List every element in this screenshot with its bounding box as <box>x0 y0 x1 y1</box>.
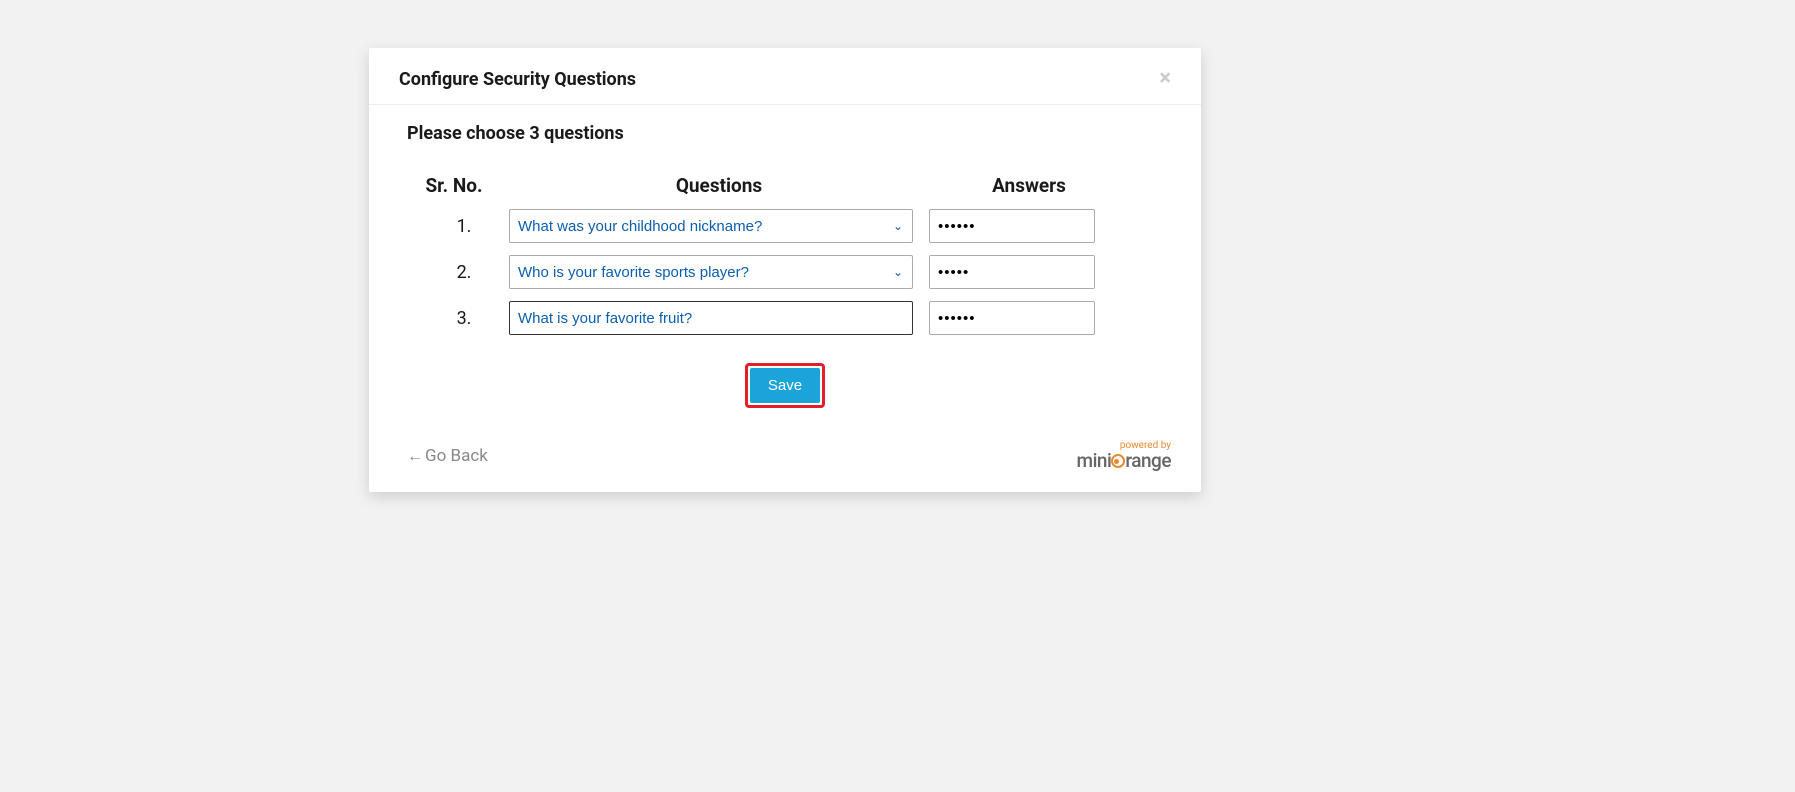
question-row-1: 1. What was your childhood nickname? ⌄ <box>399 209 1171 243</box>
modal-title: Configure Security Questions <box>399 69 636 90</box>
go-back-link[interactable]: ← Go Back <box>407 446 488 466</box>
save-button-wrap: Save <box>399 363 1171 408</box>
instruction-text: Please choose 3 questions <box>399 123 1171 144</box>
brand-logo: mini range <box>1077 449 1171 472</box>
go-back-label: Go Back <box>425 446 488 466</box>
brand-prefix: mini <box>1077 449 1112 472</box>
row-number-2: 2. <box>399 262 509 283</box>
answer-input-2[interactable] <box>929 255 1095 289</box>
question-text-3[interactable] <box>509 301 913 335</box>
answer-input-3[interactable] <box>929 301 1095 335</box>
question-row-2: 2. Who is your favorite sports player? ⌄ <box>399 255 1171 289</box>
modal-body: Please choose 3 questions Sr. No. Questi… <box>369 105 1201 430</box>
powered-by: powered by minirange <box>1077 440 1171 472</box>
row-number-1: 1. <box>399 216 509 237</box>
header-questions: Questions <box>509 174 929 197</box>
modal-header: Configure Security Questions × <box>369 48 1201 105</box>
close-icon[interactable]: × <box>1159 68 1171 90</box>
save-button[interactable]: Save <box>750 368 820 403</box>
row-number-3: 3. <box>399 308 509 329</box>
answer-input-1[interactable] <box>929 209 1095 243</box>
save-button-highlight: Save <box>745 363 825 408</box>
question-select-2[interactable]: Who is your favorite sports player? <box>509 255 913 289</box>
security-questions-modal: Configure Security Questions × Please ch… <box>369 48 1201 492</box>
table-headers: Sr. No. Questions Answers <box>399 174 1171 197</box>
brand-suffix: range <box>1125 449 1171 472</box>
arrow-left-icon: ← <box>407 446 423 466</box>
header-answers: Answers <box>929 174 1129 197</box>
header-srno: Sr. No. <box>399 174 509 197</box>
modal-footer: ← Go Back powered by minirange <box>369 440 1201 492</box>
brand-o-icon <box>1111 449 1125 472</box>
question-row-3: 3. <box>399 301 1171 335</box>
question-select-1[interactable]: What was your childhood nickname? <box>509 209 913 243</box>
question-text-wrap-3 <box>509 301 913 335</box>
question-select-wrap-2: Who is your favorite sports player? ⌄ <box>509 255 913 289</box>
question-select-wrap-1: What was your childhood nickname? ⌄ <box>509 209 913 243</box>
